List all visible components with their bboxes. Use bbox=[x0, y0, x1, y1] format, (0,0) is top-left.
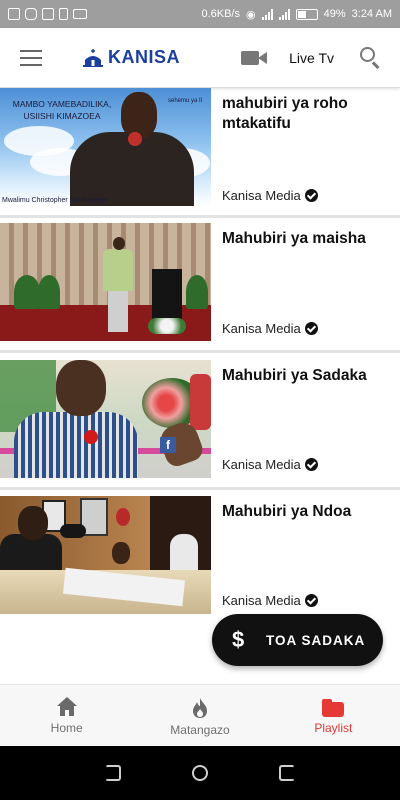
microphone-icon bbox=[84, 430, 98, 444]
video-camera-icon[interactable] bbox=[241, 48, 271, 68]
channel-name[interactable]: Kanisa Media bbox=[222, 321, 318, 336]
app-header: KANISA Live Tv bbox=[0, 28, 400, 88]
video-card[interactable]: f Mahubiri ya Sadaka Kanisa Media bbox=[0, 360, 400, 490]
folder-icon bbox=[322, 699, 345, 717]
home-icon bbox=[56, 697, 77, 717]
network-speed: 0.6KB/s bbox=[201, 8, 240, 20]
video-thumbnail[interactable]: MAMBO YAMEBADILIKA, USIISHI KIMAZOEA seh… bbox=[0, 88, 211, 206]
battery-icon bbox=[295, 8, 318, 20]
video-thumbnail[interactable]: f bbox=[0, 360, 211, 478]
wifi-icon: ◉ bbox=[246, 8, 256, 21]
verified-icon bbox=[304, 458, 318, 471]
speaker-figure bbox=[0, 534, 62, 574]
home-button-icon[interactable] bbox=[191, 765, 208, 781]
channel-label: Kanisa Media bbox=[222, 321, 301, 336]
laptop-icon bbox=[73, 9, 87, 19]
nav-item-matangazo[interactable]: Matangazo bbox=[133, 685, 266, 746]
back-icon[interactable] bbox=[105, 765, 122, 781]
video-title[interactable]: Mahubiri ya Ndoa bbox=[222, 502, 388, 522]
sim-icon bbox=[59, 8, 68, 20]
toa-sadaka-button[interactable]: $ TOA SADAKA bbox=[212, 614, 383, 666]
battery-fill bbox=[297, 10, 306, 18]
verified-icon bbox=[304, 189, 318, 202]
toa-sadaka-label: TOA SADAKA bbox=[266, 632, 366, 648]
channel-name[interactable]: Kanisa Media bbox=[222, 593, 318, 608]
video-title[interactable]: Mahubiri ya maisha bbox=[222, 229, 388, 249]
status-bar: 0.6KB/s ◉ 49% 3:24 AM bbox=[0, 0, 400, 28]
video-title[interactable]: Mahubiri ya Sadaka bbox=[222, 366, 388, 386]
video-title[interactable]: mahubiri ya roho mtakatifu bbox=[222, 94, 388, 134]
dollar-icon: $ bbox=[232, 627, 245, 652]
divider bbox=[0, 215, 400, 218]
verified-icon bbox=[304, 594, 318, 607]
video-thumbnail[interactable] bbox=[0, 223, 211, 341]
video-thumbnail[interactable] bbox=[0, 496, 211, 614]
bottom-navigation: Home Matangazo Playlist bbox=[0, 684, 400, 746]
status-time: 3:24 AM bbox=[351, 8, 392, 20]
signal-icon-2 bbox=[278, 8, 290, 20]
preacher-figure bbox=[14, 412, 138, 478]
signal-icon bbox=[261, 8, 273, 20]
live-tv-link[interactable]: Live Tv bbox=[289, 50, 334, 66]
video-card[interactable]: Mahubiri ya maisha Kanisa Media bbox=[0, 223, 400, 353]
channel-label: Kanisa Media bbox=[222, 188, 301, 203]
channel-label: Kanisa Media bbox=[222, 457, 301, 472]
brand[interactable]: KANISA bbox=[82, 47, 180, 68]
nav-label-home: Home bbox=[50, 721, 83, 735]
gallery-icon bbox=[8, 8, 20, 20]
menu-icon[interactable] bbox=[20, 49, 42, 66]
battery-percent: 49% bbox=[323, 8, 346, 20]
microphone-icon bbox=[60, 524, 86, 538]
channel-label: Kanisa Media bbox=[222, 593, 301, 608]
thumbnail-overlay-text: MAMBO YAMEBADILIKA, USIISHI KIMAZOEA bbox=[12, 99, 112, 121]
nav-item-playlist[interactable]: Playlist bbox=[267, 685, 400, 746]
recent-apps-icon[interactable] bbox=[278, 765, 295, 781]
nav-label-matangazo: Matangazo bbox=[170, 723, 230, 737]
verified-icon bbox=[304, 322, 318, 335]
message-icon bbox=[42, 8, 54, 20]
nav-label-playlist: Playlist bbox=[314, 721, 353, 735]
brand-name: KANISA bbox=[108, 47, 181, 67]
nav-item-home[interactable]: Home bbox=[0, 685, 133, 746]
thumbnail-caption: Mwalimu Christopher Mwakasege bbox=[2, 197, 108, 204]
notification-icons bbox=[8, 8, 87, 20]
divider bbox=[0, 487, 400, 490]
church-logo-icon bbox=[83, 48, 103, 67]
fire-icon bbox=[192, 698, 207, 718]
podium bbox=[152, 269, 182, 323]
video-card[interactable]: MAMBO YAMEBADILIKA, USIISHI KIMAZOEA seh… bbox=[0, 88, 400, 218]
preacher-figure bbox=[103, 249, 133, 291]
divider bbox=[0, 350, 400, 353]
search-icon[interactable] bbox=[360, 46, 382, 69]
video-card[interactable]: Mahubiri ya Ndoa Kanisa Media bbox=[0, 496, 400, 626]
facebook-icon: f bbox=[160, 437, 176, 453]
channel-name[interactable]: Kanisa Media bbox=[222, 457, 318, 472]
microphone-icon bbox=[128, 132, 142, 146]
channel-name[interactable]: Kanisa Media bbox=[222, 188, 318, 203]
instagram-icon bbox=[25, 8, 37, 20]
system-navigation-bar bbox=[0, 746, 400, 800]
thumbnail-tag-text: sehemu ya II bbox=[168, 98, 203, 104]
